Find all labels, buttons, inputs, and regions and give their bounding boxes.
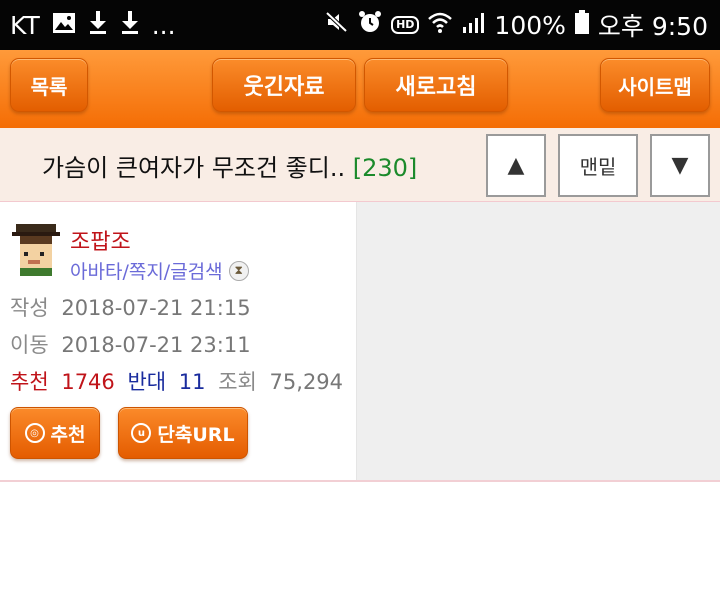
avatar[interactable] bbox=[12, 224, 60, 276]
post-title[interactable]: 가슴이 큰여자가 무조건 좋디.. [230] bbox=[42, 148, 417, 183]
short-url-icon: u bbox=[131, 423, 152, 443]
stats-row: 추천 1746 반대 11 조회 75,294 bbox=[10, 366, 349, 396]
battery-icon bbox=[574, 10, 589, 40]
overflow-indicator: ... bbox=[151, 10, 176, 40]
comment-count: [230] bbox=[352, 154, 418, 182]
recommend-count: 1746 bbox=[61, 370, 115, 394]
oppose-label: 반대 bbox=[127, 370, 167, 394]
post-title-bar: 가슴이 큰여자가 무조건 좋디.. [230] ▲ 맨밑 ▼ bbox=[0, 128, 720, 202]
hd-voice-icon: HD bbox=[391, 16, 420, 34]
download-icon bbox=[120, 10, 140, 40]
views-label: 조회 bbox=[218, 370, 257, 394]
status-bar: KT ... HD 100% 오후 9:50 bbox=[0, 0, 720, 50]
recommend-icon: ◎ bbox=[24, 423, 45, 443]
list-button[interactable]: 목록 bbox=[10, 58, 88, 112]
short-url-button[interactable]: u 단축URL bbox=[118, 407, 248, 459]
nav-bar: 목록 웃긴자료 새로고침 사이트맵 bbox=[0, 50, 720, 128]
scroll-top-button[interactable]: ▲ bbox=[486, 134, 546, 197]
author-nickname[interactable]: 조팝조 bbox=[70, 224, 131, 256]
scroll-bottom-button[interactable]: 맨밑 bbox=[558, 134, 638, 197]
image-notification-icon bbox=[52, 11, 76, 40]
carrier-label: KT bbox=[10, 10, 40, 40]
scroll-down-button[interactable]: ▼ bbox=[650, 134, 710, 197]
moved-date: 2018-07-21 23:11 bbox=[61, 333, 251, 357]
divider bbox=[0, 480, 720, 482]
wifi-icon bbox=[428, 11, 453, 40]
written-label: 작성 bbox=[10, 296, 49, 320]
battery-percent: 100% bbox=[494, 10, 566, 40]
alarm-icon bbox=[358, 10, 382, 40]
humor-board-button[interactable]: 웃긴자료 bbox=[212, 58, 356, 112]
post-info-panel: 조팝조 아바타/쪽지/글검색 ⧗ 작성 2018-07-21 21:15 이동 … bbox=[0, 202, 357, 480]
hourglass-icon: ⧗ bbox=[228, 260, 249, 281]
oppose-count: 11 bbox=[178, 370, 206, 394]
author-links-text[interactable]: 아바타/쪽지/글검색 bbox=[70, 257, 223, 284]
down-arrow-icon: ▼ bbox=[671, 153, 689, 178]
written-date-row: 작성 2018-07-21 21:15 bbox=[10, 292, 257, 322]
screen: KT ... HD 100% 오후 9:50 목록 웃긴자료 새로고침 사이트맵… bbox=[0, 0, 720, 600]
download-icon bbox=[88, 10, 108, 40]
moved-label: 이동 bbox=[10, 333, 49, 357]
recommend-button[interactable]: ◎ 추천 bbox=[10, 407, 100, 459]
refresh-button[interactable]: 새로고침 bbox=[364, 58, 508, 112]
up-arrow-icon: ▲ bbox=[507, 153, 525, 178]
author-links[interactable]: 아바타/쪽지/글검색 ⧗ bbox=[70, 257, 249, 284]
moved-date-row: 이동 2018-07-21 23:11 bbox=[10, 329, 257, 359]
signal-icon bbox=[461, 11, 485, 40]
short-url-button-label: 단축URL bbox=[157, 423, 235, 446]
clock: 오후 9:50 bbox=[597, 12, 708, 41]
recommend-button-label: 추천 bbox=[50, 423, 86, 446]
content-placeholder bbox=[357, 202, 720, 480]
written-date: 2018-07-21 21:15 bbox=[61, 296, 251, 320]
post-title-text: 가슴이 큰여자가 무조건 좋디.. bbox=[42, 154, 346, 182]
recommend-label: 추천 bbox=[10, 370, 49, 394]
mute-icon bbox=[325, 10, 349, 40]
views-count: 75,294 bbox=[269, 370, 344, 394]
sitemap-button[interactable]: 사이트맵 bbox=[600, 58, 710, 112]
